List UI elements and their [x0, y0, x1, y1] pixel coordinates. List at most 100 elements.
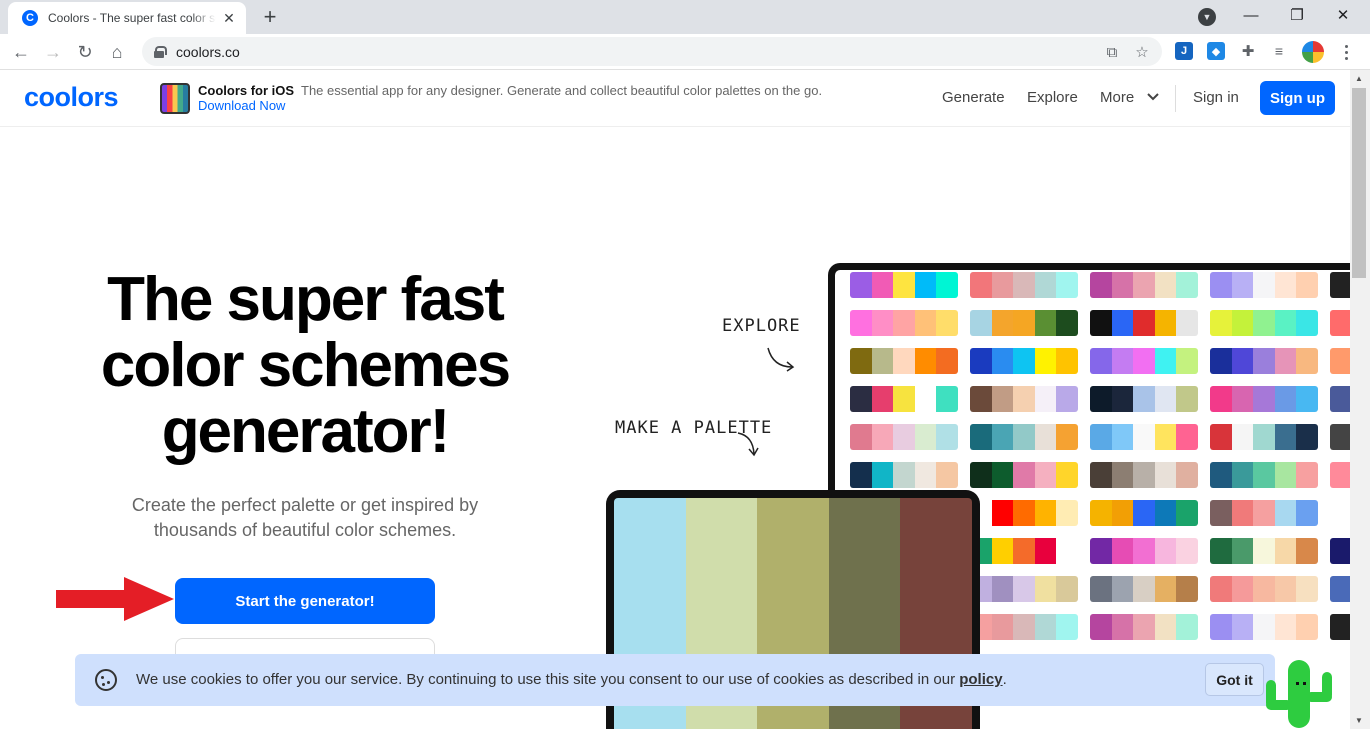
translate-icon[interactable]: ⧉	[1102, 42, 1122, 62]
palette-swatch	[1133, 538, 1155, 564]
explore-palette	[970, 348, 1078, 374]
palette-swatch	[1274, 424, 1297, 450]
palette-swatch	[914, 462, 937, 488]
page-scrollbar[interactable]: ▲ ▼	[1350, 70, 1370, 729]
palette-swatch	[1253, 348, 1275, 374]
reload-icon[interactable]: ↻	[72, 39, 98, 65]
palette-swatch	[1056, 272, 1078, 298]
palette-swatch	[991, 310, 1014, 336]
cactus-mascot-icon[interactable]	[1262, 658, 1338, 728]
palette-swatch	[991, 576, 1014, 602]
close-window-button[interactable]: ✕	[1328, 4, 1358, 26]
palette-swatch	[1330, 310, 1350, 336]
palette-swatch	[914, 272, 937, 298]
sign-in-link[interactable]: Sign in	[1193, 89, 1239, 106]
nav-explore[interactable]: Explore	[1027, 89, 1078, 106]
palette-swatch	[871, 462, 894, 488]
palette-swatch	[1056, 614, 1078, 640]
explore-palette	[1330, 348, 1350, 374]
palette-swatch	[1090, 576, 1112, 602]
palette-swatch	[991, 386, 1014, 412]
palette-swatch	[1013, 424, 1035, 450]
curved-arrow-icon	[767, 347, 795, 372]
palette-swatch	[1111, 386, 1134, 412]
palette-swatch	[1090, 310, 1112, 336]
palette-swatch	[1176, 538, 1198, 564]
browser-menu-icon[interactable]	[1336, 42, 1356, 62]
palette-swatch	[1154, 500, 1177, 526]
palette-swatch	[914, 424, 937, 450]
explore-palette	[1330, 500, 1350, 526]
palette-swatch	[1013, 272, 1035, 298]
nav-more[interactable]: More	[1100, 89, 1134, 106]
tab-search-icon[interactable]: ▼	[1198, 8, 1216, 26]
home-icon[interactable]: ⌂	[104, 39, 130, 65]
palette-swatch	[1176, 576, 1198, 602]
scroll-up-icon[interactable]: ▲	[1355, 74, 1363, 83]
extension-icon-1[interactable]: J	[1175, 42, 1193, 60]
extensions-puzzle-icon[interactable]: ✚	[1239, 42, 1257, 60]
scrollbar-thumb[interactable]	[1352, 88, 1366, 278]
palette-swatch	[1133, 424, 1155, 450]
palette-swatch	[1111, 310, 1134, 336]
media-control-icon[interactable]: ≡	[1270, 42, 1288, 60]
nav-generate[interactable]: Generate	[942, 89, 1005, 106]
explore-palette	[1330, 462, 1350, 488]
palette-swatch	[1111, 462, 1134, 488]
address-bar[interactable]: coolors.co ⧉ ☆	[142, 37, 1162, 66]
profile-avatar[interactable]	[1302, 41, 1324, 63]
maximize-button[interactable]: ❐	[1282, 4, 1312, 26]
start-generator-button[interactable]: Start the generator!	[175, 578, 435, 624]
palette-swatch	[1330, 424, 1350, 450]
palette-swatch	[1274, 386, 1297, 412]
ios-app-thumbnail[interactable]	[160, 83, 190, 114]
back-icon[interactable]: ←	[8, 39, 34, 65]
scroll-down-icon[interactable]: ▼	[1355, 716, 1363, 725]
palette-swatch	[871, 272, 894, 298]
explore-palette	[850, 462, 958, 488]
palette-swatch	[1253, 272, 1275, 298]
palette-swatch	[1330, 500, 1350, 526]
download-now-link[interactable]: Download Now	[198, 98, 285, 113]
explore-palette	[1090, 272, 1198, 298]
forward-icon[interactable]: →	[40, 39, 66, 65]
browser-tab[interactable]: C Coolors - The super fast color schemes…	[8, 2, 246, 34]
got-it-button[interactable]: Got it	[1205, 663, 1264, 696]
new-tab-button[interactable]: +	[258, 4, 282, 29]
palette-swatch	[1013, 310, 1035, 336]
hero-subtitle-line: thousands of beautiful color schemes.	[153, 520, 457, 540]
palette-swatch	[1274, 500, 1297, 526]
palette-swatch	[1034, 310, 1057, 336]
bookmark-star-icon[interactable]: ☆	[1132, 42, 1152, 62]
minimize-button[interactable]: —	[1236, 4, 1266, 26]
explore-palette	[1090, 424, 1198, 450]
explore-palette	[970, 462, 1078, 488]
close-tab-icon[interactable]: ✕	[220, 9, 238, 27]
hero-title-line: The super fast	[107, 265, 505, 334]
palette-swatch	[1253, 538, 1275, 564]
palette-swatch	[1253, 462, 1275, 488]
palette-swatch	[1253, 310, 1275, 336]
palette-swatch	[1253, 386, 1275, 412]
explore-palette	[1090, 310, 1198, 336]
palette-swatch	[1154, 614, 1177, 640]
palette-swatch	[1034, 614, 1057, 640]
palette-swatch	[1330, 576, 1350, 602]
palette-swatch	[1034, 538, 1057, 564]
palette-swatch	[1154, 538, 1177, 564]
policy-link[interactable]: policy	[959, 671, 1002, 688]
extension-icon-2[interactable]: ◆	[1207, 42, 1225, 60]
palette-swatch	[1013, 462, 1035, 488]
chevron-down-icon[interactable]	[1146, 90, 1160, 104]
palette-swatch	[936, 272, 958, 298]
sign-up-button[interactable]: Sign up	[1260, 81, 1335, 115]
palette-swatch	[914, 310, 937, 336]
palette-swatch	[1274, 538, 1297, 564]
explore-palette	[850, 272, 958, 298]
palette-swatch	[1176, 500, 1198, 526]
coolors-logo[interactable]: coolors	[24, 82, 119, 113]
palette-swatch	[1274, 348, 1297, 374]
palette-swatch	[1231, 462, 1254, 488]
palette-swatch	[1056, 310, 1078, 336]
explore-palette	[850, 386, 958, 412]
